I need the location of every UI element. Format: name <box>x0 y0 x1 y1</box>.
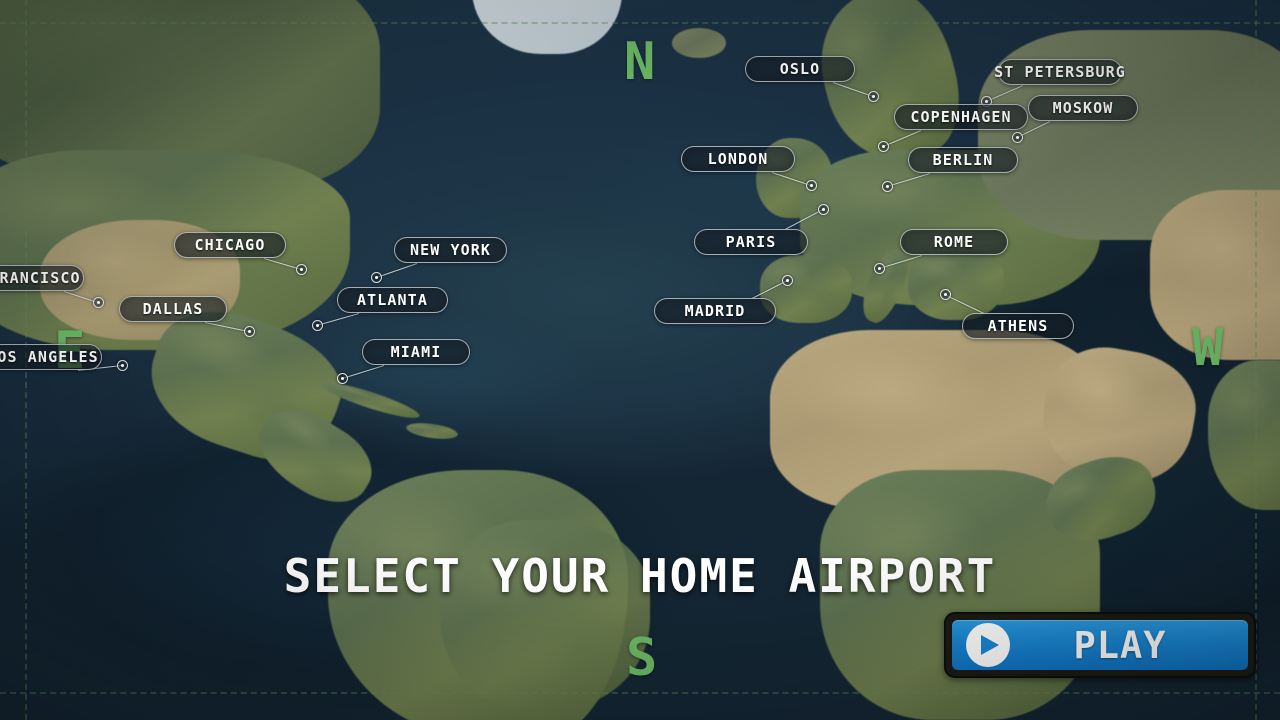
game-screen: N S E W FRANCISCOLOS ANGELESDALLASCHICAG… <box>0 0 1280 720</box>
airport-label-plate[interactable]: ATLANTA <box>337 287 448 313</box>
airport-label-plate[interactable]: PARIS <box>694 229 808 255</box>
airport-label-plate[interactable]: ST PETERSBURG <box>994 59 1125 85</box>
airport-dot[interactable] <box>873 262 885 274</box>
map-guide-top <box>0 22 1280 24</box>
airport-label-plate[interactable]: ATHENS <box>962 313 1074 339</box>
airport-label-text: BERLIN <box>932 150 994 169</box>
airport-dot[interactable] <box>336 372 348 384</box>
airport-label-plate[interactable]: LOS ANGELES <box>0 344 102 370</box>
airport-label-plate[interactable]: MADRID <box>654 298 776 324</box>
airport-label-text: PARIS <box>725 232 777 251</box>
airport-dot[interactable] <box>116 359 128 371</box>
compass-west-letter: W <box>1192 318 1224 378</box>
airport-dot[interactable] <box>243 325 255 337</box>
airport-label-plate[interactable]: ROME <box>900 229 1008 255</box>
airport-dot[interactable] <box>781 274 793 286</box>
airport-label-plate[interactable]: BERLIN <box>908 147 1018 173</box>
landmass-balkans <box>908 248 1004 320</box>
airport-label-text: CHICAGO <box>194 235 266 254</box>
airport-dot[interactable] <box>817 203 829 215</box>
airport-label-text: LONDON <box>707 149 769 168</box>
airport-label-plate[interactable]: OSLO <box>745 56 855 82</box>
airport-label-plate[interactable]: DALLAS <box>119 296 227 322</box>
airport-label-plate[interactable]: CHICAGO <box>174 232 286 258</box>
airport-label-text: NEW YORK <box>409 240 492 259</box>
airport-dot[interactable] <box>311 319 323 331</box>
airport-label-plate[interactable]: COPENHAGEN <box>894 104 1028 130</box>
airport-label-plate[interactable]: MOSKOW <box>1028 95 1138 121</box>
airport-label-plate[interactable]: FRANCISCO <box>0 265 84 291</box>
airport-dot[interactable] <box>939 288 951 300</box>
airport-label-text: LOS ANGELES <box>0 347 99 366</box>
airport-dot[interactable] <box>805 179 817 191</box>
play-button-inner: PLAY <box>952 620 1248 670</box>
airport-label-text: MOSKOW <box>1052 98 1114 117</box>
airport-label-plate[interactable]: MIAMI <box>362 339 470 365</box>
airport-label-text: ATLANTA <box>357 290 428 309</box>
airport-dot[interactable] <box>881 180 893 192</box>
compass-north-letter: N <box>624 32 656 92</box>
airport-dot[interactable] <box>92 296 104 308</box>
airport-label-text: ST PETERSBURG <box>994 62 1126 81</box>
compass-south-letter: S <box>626 628 658 688</box>
airport-label-text: FRANCISCO <box>0 268 81 287</box>
airport-label-plate[interactable]: LONDON <box>681 146 795 172</box>
map-guide-right <box>1255 0 1257 720</box>
airport-label-text: MADRID <box>684 301 746 320</box>
airport-label-text: OSLO <box>779 59 821 78</box>
airport-label-text: ROME <box>933 232 975 251</box>
airport-label-text: ATHENS <box>987 316 1049 335</box>
airport-label-plate[interactable]: NEW YORK <box>394 237 507 263</box>
airport-dot[interactable] <box>370 271 382 283</box>
landmass-iceland <box>672 28 726 58</box>
airport-dot[interactable] <box>295 263 307 275</box>
airport-dot[interactable] <box>1011 131 1023 143</box>
airport-label-text: COPENHAGEN <box>910 107 1012 126</box>
play-button[interactable]: PLAY <box>944 612 1256 678</box>
airport-dot[interactable] <box>867 90 879 102</box>
page-title: SELECT YOUR HOME AIRPORT <box>283 549 997 603</box>
map-guide-bottom <box>0 692 1280 694</box>
play-triangle-icon <box>966 623 1010 667</box>
play-button-label: PLAY <box>1073 623 1167 667</box>
airport-label-text: MIAMI <box>390 342 442 361</box>
airport-label-text: DALLAS <box>142 299 204 318</box>
airport-dot[interactable] <box>877 140 889 152</box>
